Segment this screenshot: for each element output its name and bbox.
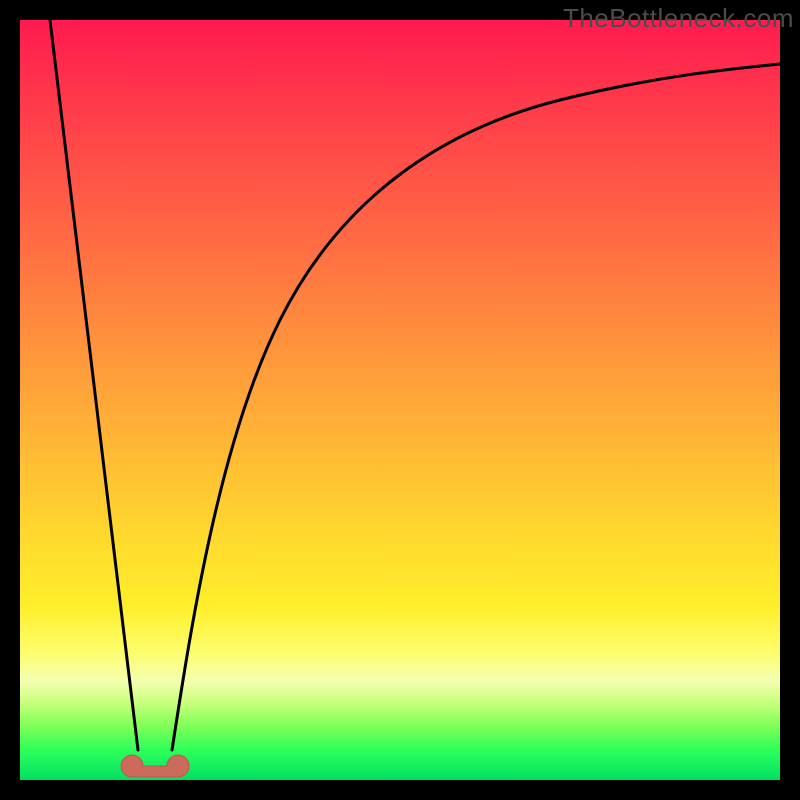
chart-frame: TheBottleneck.com <box>0 0 800 800</box>
curve-right-branch <box>172 64 780 750</box>
watermark-text: TheBottleneck.com <box>563 3 794 34</box>
curve-layer <box>20 20 780 780</box>
plot-gradient-area <box>20 20 780 780</box>
min-marker <box>121 755 189 777</box>
curve-left-branch <box>50 20 138 750</box>
